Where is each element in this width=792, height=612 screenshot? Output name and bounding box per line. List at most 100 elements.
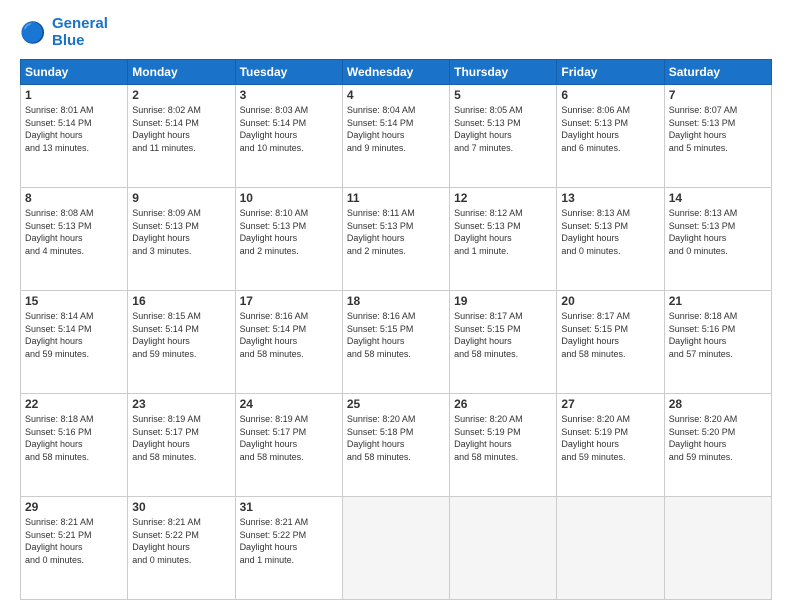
day-info: Sunrise: 8:20 AMSunset: 5:20 PMDaylight …: [669, 413, 767, 463]
table-cell: [664, 497, 771, 600]
day-number: 11: [347, 191, 445, 205]
day-number: 2: [132, 88, 230, 102]
logo-text: General Blue: [52, 16, 108, 49]
table-cell: 18 Sunrise: 8:16 AMSunset: 5:15 PMDayligh…: [342, 291, 449, 394]
table-cell: 5 Sunrise: 8:05 AMSunset: 5:13 PMDaylight…: [450, 85, 557, 188]
day-number: 3: [240, 88, 338, 102]
logo: 🔵 General Blue: [20, 16, 108, 49]
day-info: Sunrise: 8:14 AMSunset: 5:14 PMDaylight …: [25, 310, 123, 360]
table-cell: [450, 497, 557, 600]
day-info: Sunrise: 8:18 AMSunset: 5:16 PMDaylight …: [669, 310, 767, 360]
table-cell: 10 Sunrise: 8:10 AMSunset: 5:13 PMDayligh…: [235, 188, 342, 291]
table-cell: 4 Sunrise: 8:04 AMSunset: 5:14 PMDaylight…: [342, 85, 449, 188]
table-cell: 12Sunrise: 8:12 AMSunset: 5:13 PMDayligh…: [450, 188, 557, 291]
table-cell: 25 Sunrise: 8:20 AMSunset: 5:18 PMDayligh…: [342, 394, 449, 497]
day-info: Sunrise: 8:19 AMSunset: 5:17 PMDaylight …: [240, 413, 338, 463]
calendar-week-row: 8Sunrise: 8:08 AMSunset: 5:13 PMDaylight…: [21, 188, 772, 291]
day-number: 21: [669, 294, 767, 308]
day-number: 27: [561, 397, 659, 411]
table-cell: 14 Sunrise: 8:13 AMSunset: 5:13 PMDayligh…: [664, 188, 771, 291]
table-cell: 17 Sunrise: 8:16 AMSunset: 5:14 PMDayligh…: [235, 291, 342, 394]
table-cell: 21 Sunrise: 8:18 AMSunset: 5:16 PMDayligh…: [664, 291, 771, 394]
day-info: Sunrise: 8:05 AMSunset: 5:13 PMDaylight …: [454, 104, 552, 154]
table-cell: 1Sunrise: 8:01 AMSunset: 5:14 PMDaylight…: [21, 85, 128, 188]
day-number: 18: [347, 294, 445, 308]
calendar-week-row: 29 Sunrise: 8:21 AMSunset: 5:21 PMDayligh…: [21, 497, 772, 600]
table-cell: 20 Sunrise: 8:17 AMSunset: 5:15 PMDayligh…: [557, 291, 664, 394]
day-info: Sunrise: 8:16 AMSunset: 5:15 PMDaylight …: [347, 310, 445, 360]
logo-bird-icon: 🔵: [20, 19, 48, 47]
day-number: 30: [132, 500, 230, 514]
table-cell: 6 Sunrise: 8:06 AMSunset: 5:13 PMDaylight…: [557, 85, 664, 188]
day-number: 4: [347, 88, 445, 102]
day-info: Sunrise: 8:17 AMSunset: 5:15 PMDaylight …: [561, 310, 659, 360]
col-thursday: Thursday: [450, 60, 557, 85]
day-number: 25: [347, 397, 445, 411]
day-number: 29: [25, 500, 123, 514]
day-info: Sunrise: 8:18 AMSunset: 5:16 PMDaylight …: [25, 413, 123, 463]
day-number: 15: [25, 294, 123, 308]
table-cell: 24 Sunrise: 8:19 AMSunset: 5:17 PMDayligh…: [235, 394, 342, 497]
col-wednesday: Wednesday: [342, 60, 449, 85]
day-number: 17: [240, 294, 338, 308]
day-number: 5: [454, 88, 552, 102]
table-cell: 11 Sunrise: 8:11 AMSunset: 5:13 PMDayligh…: [342, 188, 449, 291]
day-info: Sunrise: 8:03 AMSunset: 5:14 PMDaylight …: [240, 104, 338, 154]
table-cell: 27 Sunrise: 8:20 AMSunset: 5:19 PMDayligh…: [557, 394, 664, 497]
col-friday: Friday: [557, 60, 664, 85]
day-info: Sunrise: 8:19 AMSunset: 5:17 PMDaylight …: [132, 413, 230, 463]
calendar-header-row: Sunday Monday Tuesday Wednesday Thursday…: [21, 60, 772, 85]
day-number: 26: [454, 397, 552, 411]
day-info: Sunrise: 8:16 AMSunset: 5:14 PMDaylight …: [240, 310, 338, 360]
day-info: Sunrise: 8:10 AMSunset: 5:13 PMDaylight …: [240, 207, 338, 257]
day-info: Sunrise: 8:11 AMSunset: 5:13 PMDaylight …: [347, 207, 445, 257]
day-info: Sunrise: 8:21 AMSunset: 5:22 PMDaylight …: [240, 516, 338, 566]
day-info: Sunrise: 8:13 AMSunset: 5:13 PMDaylight …: [561, 207, 659, 257]
col-tuesday: Tuesday: [235, 60, 342, 85]
col-monday: Monday: [128, 60, 235, 85]
day-info: Sunrise: 8:20 AMSunset: 5:18 PMDaylight …: [347, 413, 445, 463]
table-cell: 9Sunrise: 8:09 AMSunset: 5:13 PMDaylight…: [128, 188, 235, 291]
table-cell: 7 Sunrise: 8:07 AMSunset: 5:13 PMDaylight…: [664, 85, 771, 188]
calendar-week-row: 1Sunrise: 8:01 AMSunset: 5:14 PMDaylight…: [21, 85, 772, 188]
day-number: 14: [669, 191, 767, 205]
table-cell: 29 Sunrise: 8:21 AMSunset: 5:21 PMDayligh…: [21, 497, 128, 600]
table-cell: 28Sunrise: 8:20 AMSunset: 5:20 PMDayligh…: [664, 394, 771, 497]
col-saturday: Saturday: [664, 60, 771, 85]
day-info: Sunrise: 8:21 AMSunset: 5:22 PMDaylight …: [132, 516, 230, 566]
day-number: 12: [454, 191, 552, 205]
table-cell: 23Sunrise: 8:19 AMSunset: 5:17 PMDayligh…: [128, 394, 235, 497]
table-cell: 31Sunrise: 8:21 AMSunset: 5:22 PMDayligh…: [235, 497, 342, 600]
page: 🔵 General Blue Sunday Monday Tuesday Wed…: [0, 0, 792, 612]
day-number: 10: [240, 191, 338, 205]
table-cell: 2 Sunrise: 8:02 AMSunset: 5:14 PMDaylight…: [128, 85, 235, 188]
day-info: Sunrise: 8:02 AMSunset: 5:14 PMDaylight …: [132, 104, 230, 154]
day-info: Sunrise: 8:13 AMSunset: 5:13 PMDaylight …: [669, 207, 767, 257]
table-cell: 3 Sunrise: 8:03 AMSunset: 5:14 PMDaylight…: [235, 85, 342, 188]
day-number: 16: [132, 294, 230, 308]
day-info: Sunrise: 8:15 AMSunset: 5:14 PMDaylight …: [132, 310, 230, 360]
day-number: 20: [561, 294, 659, 308]
day-info: Sunrise: 8:21 AMSunset: 5:21 PMDaylight …: [25, 516, 123, 566]
day-info: Sunrise: 8:06 AMSunset: 5:13 PMDaylight …: [561, 104, 659, 154]
day-number: 6: [561, 88, 659, 102]
table-cell: [557, 497, 664, 600]
day-number: 24: [240, 397, 338, 411]
day-info: Sunrise: 8:04 AMSunset: 5:14 PMDaylight …: [347, 104, 445, 154]
table-cell: 8Sunrise: 8:08 AMSunset: 5:13 PMDaylight…: [21, 188, 128, 291]
day-info: Sunrise: 8:07 AMSunset: 5:13 PMDaylight …: [669, 104, 767, 154]
table-cell: 15 Sunrise: 8:14 AMSunset: 5:14 PMDayligh…: [21, 291, 128, 394]
day-number: 9: [132, 191, 230, 205]
calendar-week-row: 15 Sunrise: 8:14 AMSunset: 5:14 PMDayligh…: [21, 291, 772, 394]
table-cell: 13 Sunrise: 8:13 AMSunset: 5:13 PMDayligh…: [557, 188, 664, 291]
col-sunday: Sunday: [21, 60, 128, 85]
day-info: Sunrise: 8:20 AMSunset: 5:19 PMDaylight …: [561, 413, 659, 463]
calendar-table: Sunday Monday Tuesday Wednesday Thursday…: [20, 59, 772, 600]
svg-text:🔵: 🔵: [20, 20, 46, 44]
day-number: 7: [669, 88, 767, 102]
table-cell: 19Sunrise: 8:17 AMSunset: 5:15 PMDayligh…: [450, 291, 557, 394]
table-cell: 26Sunrise: 8:20 AMSunset: 5:19 PMDayligh…: [450, 394, 557, 497]
day-number: 22: [25, 397, 123, 411]
calendar-week-row: 22 Sunrise: 8:18 AMSunset: 5:16 PMDayligh…: [21, 394, 772, 497]
day-number: 13: [561, 191, 659, 205]
